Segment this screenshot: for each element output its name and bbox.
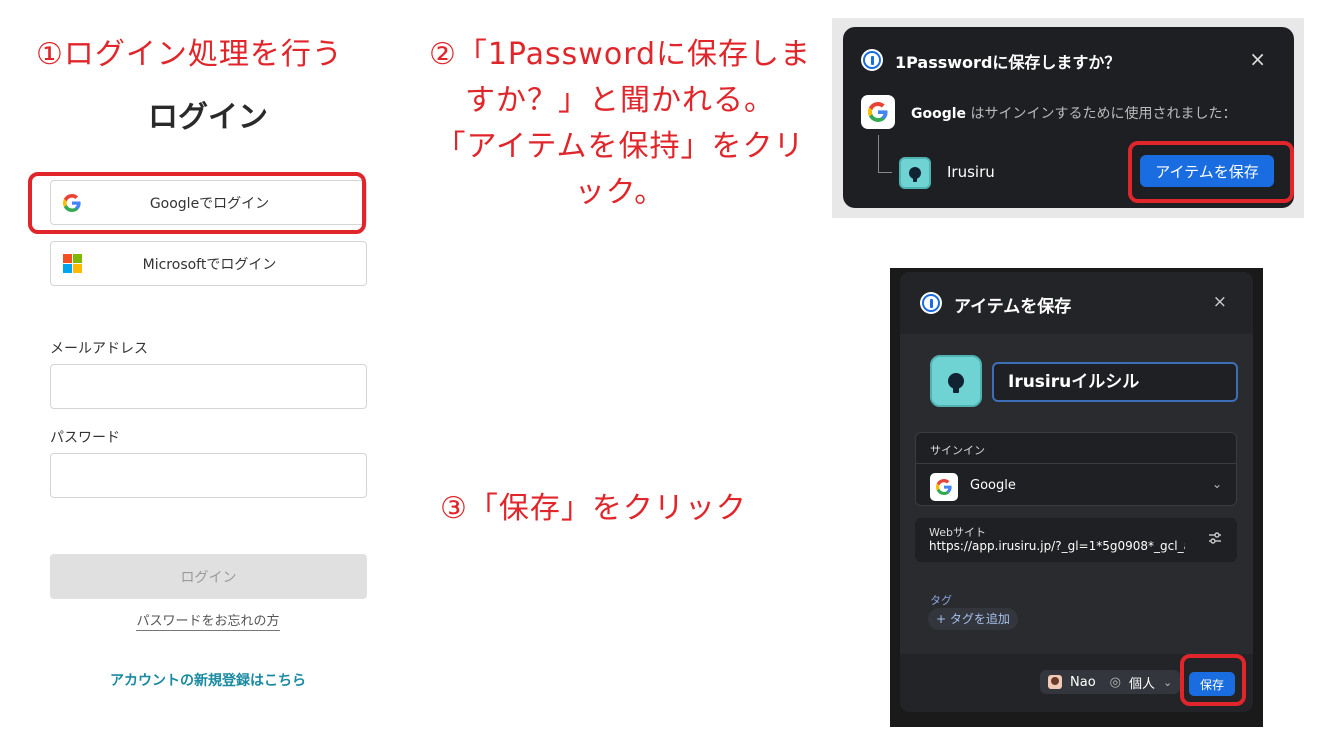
avatar <box>1048 675 1062 689</box>
google-icon <box>930 473 958 501</box>
account-name: Nao <box>1070 674 1096 690</box>
website-field[interactable]: Webサイト https://app.irusiru.jp/?_gl=1*5g0… <box>915 518 1237 562</box>
save-prompt-message: Google はサインインするために使用されました： <box>911 103 1237 123</box>
microsoft-login-label: Microsoftでログイン <box>142 256 277 273</box>
signin-section[interactable]: サインイン Google ⌄ <box>915 432 1237 506</box>
forgot-password-link[interactable]: パスワードをお忘れの方 <box>0 610 416 631</box>
step2-annotation: ②「1Passwordに保存しま すか？」と聞かれる。 「アイテムを保持」をクリ… <box>410 32 830 216</box>
tree-connector <box>878 135 892 173</box>
step2-line4: ック。 <box>574 175 666 210</box>
save-dialog: アイテムを保存 × Irusiruイルシル サインイン Google ⌄ Web… <box>900 272 1253 712</box>
step2-line2: すか？」と聞かれる。 <box>465 83 775 118</box>
email-label: メールアドレス <box>50 341 148 357</box>
vault-selector[interactable]: Nao ◎ 個人 ⌄ <box>1040 670 1181 694</box>
chevron-down-icon: ⌄ <box>1163 675 1173 689</box>
add-tag-button[interactable]: + タグを追加 <box>928 608 1018 630</box>
signin-provider: Google <box>970 478 1016 493</box>
login-title: ログイン <box>148 100 268 135</box>
website-label: Webサイト <box>929 526 986 539</box>
save-prompt-item-name: Irusiru <box>947 163 995 181</box>
step1-annotation: ①ログイン処理を行う <box>36 37 343 72</box>
save-button-highlight <box>1180 654 1246 706</box>
save-item-highlight <box>1128 141 1294 203</box>
register-link[interactable]: アカウントの新規登録はこちら <box>0 670 416 690</box>
email-field[interactable] <box>50 364 367 409</box>
save-prompt-provider: Google <box>911 106 967 122</box>
step2-line1: ②「1Passwordに保存しま <box>428 37 812 72</box>
onepassword-logo-icon <box>920 292 942 314</box>
save-dialog-header <box>900 272 1253 334</box>
signin-label: サインイン <box>930 444 985 457</box>
password-label: パスワード <box>50 430 120 446</box>
step2-line3: 「アイテムを保持」をクリ <box>435 129 805 164</box>
keyhole-icon[interactable] <box>930 355 982 407</box>
vault-icon: ◎ <box>1109 674 1121 690</box>
google-button-highlight <box>28 172 366 234</box>
save-prompt-title: 1Passwordに保存しますか？ <box>895 53 1121 72</box>
save-prompt-message-text: はサインインするために使用されました： <box>970 106 1237 122</box>
microsoft-login-button[interactable]: Microsoftでログイン <box>50 241 367 286</box>
forgot-password-label: パスワードをお忘れの方 <box>136 614 280 631</box>
login-submit-button[interactable]: ログイン <box>50 554 367 599</box>
onepassword-logo-icon <box>861 49 883 71</box>
sliders-icon[interactable] <box>1207 530 1223 546</box>
microsoft-icon <box>61 253 83 275</box>
step3-annotation: ③「保存」をクリック <box>440 491 747 526</box>
save-dialog-title: アイテムを保存 <box>954 297 1072 317</box>
website-url: https://app.irusiru.jp/?_gl=1*5g0908*_gc… <box>929 539 1185 553</box>
google-icon <box>861 95 895 129</box>
password-field[interactable] <box>50 453 367 498</box>
divider <box>916 463 1236 464</box>
keyhole-icon <box>899 157 931 189</box>
item-name-input[interactable]: Irusiruイルシル <box>992 362 1238 402</box>
chevron-down-icon[interactable]: ⌄ <box>1212 477 1222 491</box>
tag-label: タグ <box>930 594 952 607</box>
close-icon[interactable]: × <box>1213 292 1227 312</box>
close-icon[interactable]: × <box>1249 47 1266 71</box>
vault-name: 個人 <box>1129 676 1156 692</box>
